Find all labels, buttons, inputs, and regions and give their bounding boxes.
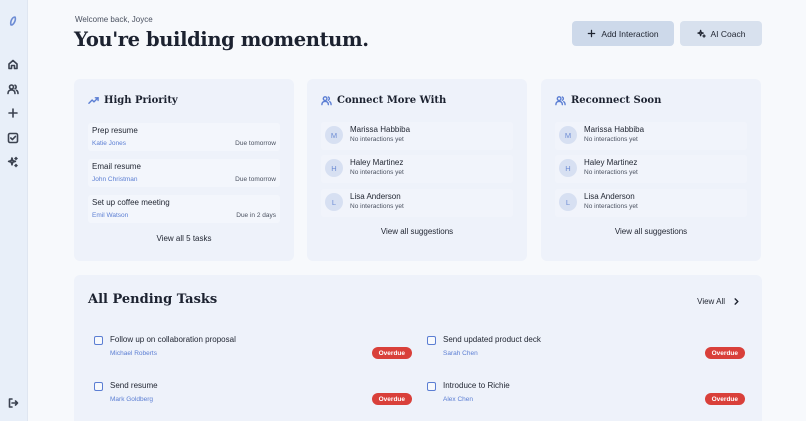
person-status: No interactions yet [584, 169, 638, 176]
plus-icon[interactable] [6, 106, 20, 120]
person-name: Lisa Anderson [584, 192, 635, 201]
task-checkbox[interactable] [427, 336, 436, 345]
person-name: Marissa Habbiba [350, 125, 411, 134]
sparkle-icon [696, 29, 706, 38]
overdue-badge: Overdue [371, 393, 412, 405]
pending-tasks-panel: All Pending Tasks View All Follow up on … [74, 275, 762, 421]
sparkle-icon[interactable] [6, 155, 20, 169]
view-all-suggestions-link[interactable]: View all suggestions [307, 227, 527, 236]
high-priority-header: High Priority [88, 95, 178, 106]
list-item[interactable]: L Lisa Anderson No interactions yet [555, 189, 747, 217]
task-title: Send updated product deck [443, 335, 541, 344]
person-status: No interactions yet [350, 136, 404, 143]
list-item[interactable]: Email resume John Christman Due tomorrow [88, 159, 280, 187]
table-row: Introduce to Richie Alex Chen Overdue [427, 378, 745, 408]
person-name: Haley Martinez [350, 158, 404, 167]
table-row: Send resume Mark Goldberg Overdue [94, 378, 412, 408]
connect-more-header: Connect More With [321, 95, 446, 106]
avatar: M [559, 126, 577, 144]
list-item[interactable]: H Haley Martinez No interactions yet [555, 155, 747, 183]
users-icon [321, 96, 332, 106]
connect-more-card: Connect More With M Marissa Habbiba No i… [307, 79, 527, 261]
avatar: L [325, 193, 343, 211]
overdue-badge: Overdue [371, 347, 412, 359]
person-name: Lisa Anderson [350, 192, 401, 201]
logout-icon[interactable] [6, 396, 20, 410]
reconnect-soon-card: Reconnect Soon M Marissa Habbiba No inte… [541, 79, 761, 261]
ai-coach-button[interactable]: AI Coach [680, 21, 762, 46]
list-item[interactable]: L Lisa Anderson No interactions yet [321, 189, 513, 217]
overdue-badge: Overdue [704, 393, 745, 405]
person-name: Marissa Habbiba [584, 125, 645, 134]
high-priority-card: High Priority Prep resume Katie Jones Du… [74, 79, 294, 261]
avatar: H [325, 159, 343, 177]
list-item[interactable]: M Marissa Habbiba No interactions yet [321, 122, 513, 150]
task-person[interactable]: Mark Goldberg [110, 396, 153, 403]
card-title: Connect More With [337, 95, 447, 106]
users-icon[interactable] [6, 82, 20, 96]
task-due: Due tomorrow [235, 140, 276, 147]
task-title: Email resume [92, 162, 141, 171]
task-checkbox[interactable] [427, 382, 436, 391]
list-item[interactable]: H Haley Martinez No interactions yet [321, 155, 513, 183]
table-row: Follow up on collaboration proposal Mich… [94, 332, 412, 362]
welcome-text: Welcome back, Joyce [75, 15, 153, 24]
card-title: High Priority [104, 95, 178, 106]
task-title: Introduce to Richie [443, 381, 510, 390]
task-person[interactable]: Alex Chen [443, 396, 473, 403]
add-interaction-label: Add Interaction [601, 28, 659, 39]
main-content: Welcome back, Joyce You're building mome… [28, 0, 806, 421]
person-status: No interactions yet [584, 203, 638, 210]
section-title: All Pending Tasks [88, 292, 218, 307]
overdue-badge: Overdue [704, 347, 745, 359]
task-due: Due in 2 days [236, 212, 276, 219]
logo-icon[interactable] [6, 14, 20, 28]
add-interaction-button[interactable]: Add Interaction [572, 21, 674, 46]
task-person[interactable]: Emil Watson [92, 212, 128, 219]
person-name: Haley Martinez [584, 158, 638, 167]
task-person[interactable]: Katie Jones [92, 140, 126, 147]
avatar: M [325, 126, 343, 144]
avatar: H [559, 159, 577, 177]
list-item[interactable]: Prep resume Katie Jones Due tomorrow [88, 123, 280, 151]
view-all-link[interactable]: View All [697, 297, 740, 306]
plus-icon [588, 29, 596, 38]
task-person[interactable]: Michael Roberts [110, 350, 157, 357]
person-status: No interactions yet [350, 169, 404, 176]
list-item[interactable]: M Marissa Habbiba No interactions yet [555, 122, 747, 150]
home-icon[interactable] [6, 57, 20, 71]
view-all-suggestions-link[interactable]: View all suggestions [541, 227, 761, 236]
avatar: L [559, 193, 577, 211]
ai-coach-label: AI Coach [710, 28, 746, 39]
list-item[interactable]: Set up coffee meeting Emil Watson Due in… [88, 195, 280, 223]
chevron-right-icon [734, 298, 739, 305]
task-due: Due tomorrow [235, 176, 276, 183]
reconnect-soon-header: Reconnect Soon [555, 95, 661, 106]
view-all-label: View All [697, 297, 725, 306]
task-title: Prep resume [92, 126, 138, 135]
person-status: No interactions yet [584, 136, 638, 143]
task-title: Follow up on collaboration proposal [110, 335, 236, 344]
task-checkbox[interactable] [94, 336, 103, 345]
checklist-icon[interactable] [6, 131, 20, 145]
card-title: Reconnect Soon [571, 95, 662, 106]
table-row: Send updated product deck Sarah Chen Ove… [427, 332, 745, 362]
task-person[interactable]: John Christman [92, 176, 138, 183]
task-person[interactable]: Sarah Chen [443, 350, 478, 357]
page-title: You're building momentum. [74, 28, 369, 51]
users-icon [555, 96, 566, 106]
task-title: Set up coffee meeting [92, 198, 170, 207]
task-checkbox[interactable] [94, 382, 103, 391]
view-all-tasks-link[interactable]: View all 5 tasks [74, 234, 294, 243]
trending-up-icon [88, 97, 99, 104]
sidebar [0, 0, 28, 421]
task-title: Send resume [110, 381, 158, 390]
person-status: No interactions yet [350, 203, 404, 210]
